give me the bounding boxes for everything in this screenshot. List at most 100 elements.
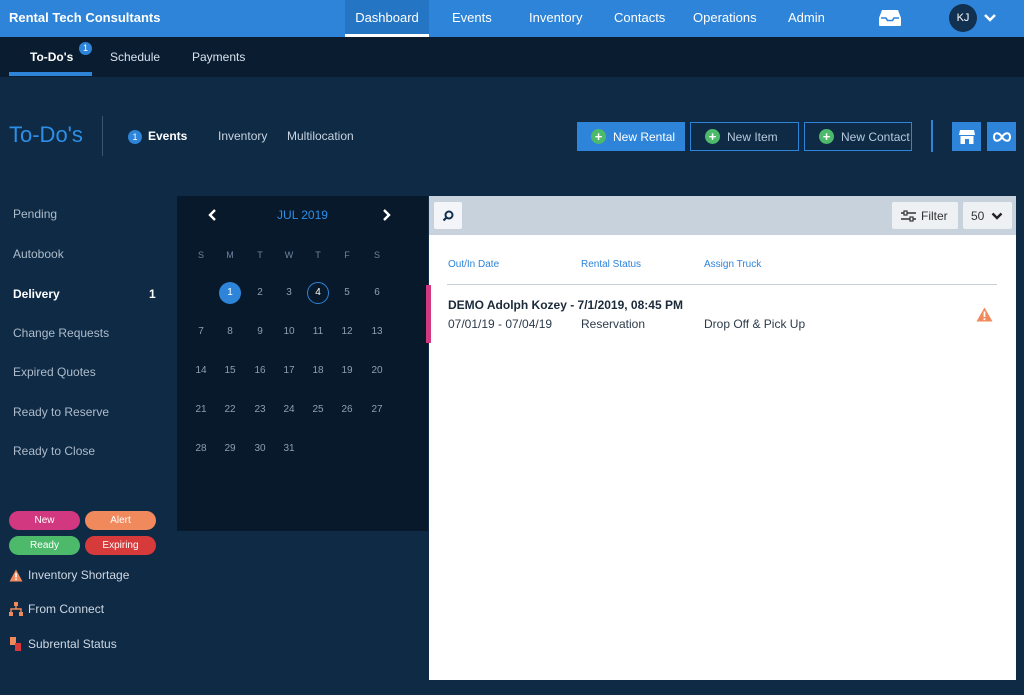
calendar-day[interactable]: 13	[366, 321, 388, 343]
nav-dashboard[interactable]: Dashboard	[345, 0, 429, 37]
sidebar-item-ready-to-close[interactable]: Ready to Close	[13, 444, 95, 458]
todos-badge: 1	[79, 42, 92, 55]
row-status-accent	[426, 285, 431, 343]
calendar-day[interactable]: 4	[307, 282, 329, 304]
status-pill-alert: Alert	[85, 511, 156, 530]
calendar-day[interactable]: 14	[190, 360, 212, 382]
calendar-weekday: T	[315, 250, 321, 260]
calendar-day[interactable]: 29	[219, 438, 241, 460]
tab-inventory[interactable]: Inventory	[218, 129, 267, 143]
status-pill-expiring: Expiring	[85, 536, 156, 555]
new-rental-button[interactable]: + New Rental	[577, 122, 685, 151]
calendar-day[interactable]: 8	[219, 321, 241, 343]
sidebar-item-autobook[interactable]: Autobook	[13, 247, 64, 261]
storefront-icon	[958, 129, 975, 144]
heading-divider	[102, 116, 103, 156]
row-event-title[interactable]: DEMO Adolph Kozey - 7/1/2019, 08:45 PM	[448, 298, 683, 312]
calendar-day[interactable]: 10	[278, 321, 300, 343]
calendar-weekday: F	[344, 250, 350, 260]
calendar-day[interactable]: 31	[278, 438, 300, 460]
plus-icon: +	[705, 129, 720, 144]
calendar-day[interactable]: 23	[249, 399, 271, 421]
filter-button[interactable]: Filter	[892, 202, 958, 229]
calendar-weekday: W	[284, 250, 294, 260]
legend-label: Inventory Shortage	[28, 568, 130, 582]
calendar-day[interactable]: 15	[219, 360, 241, 382]
calendar-day[interactable]: 17	[278, 360, 300, 382]
calendar-day[interactable]: 7	[190, 321, 212, 343]
column-header-status[interactable]: Rental Status	[581, 259, 641, 270]
plus-icon: +	[819, 129, 834, 144]
subtab-payments[interactable]: Payments	[192, 50, 245, 64]
calendar-day[interactable]: 18	[307, 360, 329, 382]
calendar-day[interactable]: 20	[366, 360, 388, 382]
column-header-date[interactable]: Out/In Date	[448, 259, 499, 270]
brand-name[interactable]: Rental Tech Consultants	[9, 10, 160, 25]
calendar-day[interactable]: 9	[249, 321, 271, 343]
nav-inventory[interactable]: Inventory	[529, 0, 582, 37]
storefront-button[interactable]	[952, 122, 981, 151]
sidebar-item-expired-quotes[interactable]: Expired Quotes	[13, 365, 96, 379]
nav-operations[interactable]: Operations	[693, 0, 757, 37]
legend-subrental-status: Subrental Status	[9, 637, 117, 651]
calendar-day[interactable]: 28	[190, 438, 212, 460]
filter-label: Filter	[921, 208, 948, 223]
sliders-icon	[901, 209, 916, 222]
events-badge: 1	[128, 130, 142, 144]
calendar-day[interactable]: 30	[249, 438, 271, 460]
tab-multilocation[interactable]: Multilocation	[287, 129, 354, 143]
network-icon	[9, 602, 23, 616]
calendar-day[interactable]: 22	[219, 399, 241, 421]
subtab-todos[interactable]: To-Do's	[30, 50, 73, 64]
legend-label: From Connect	[28, 602, 105, 616]
calendar-day[interactable]: 2	[249, 282, 271, 304]
legend-label: Subrental Status	[28, 637, 117, 651]
calendar-day[interactable]: 25	[307, 399, 329, 421]
calendar-day[interactable]: 26	[336, 399, 358, 421]
chevron-down-icon	[992, 212, 1003, 220]
user-avatar[interactable]: KJ	[949, 4, 977, 32]
calendar-weekday: S	[197, 250, 204, 260]
row-assign-truck[interactable]: Drop Off & Pick Up	[704, 317, 805, 331]
calendar-day[interactable]: 19	[336, 360, 358, 382]
sidebar-item-change-requests[interactable]: Change Requests	[13, 326, 109, 340]
per-page-select[interactable]: 50	[963, 202, 1012, 229]
chevron-right-icon[interactable]	[379, 208, 393, 222]
calendar-day[interactable]: 24	[278, 399, 300, 421]
calendar-day[interactable]: 5	[336, 282, 358, 304]
search-button[interactable]	[434, 202, 462, 229]
calendar-day[interactable]: 11	[307, 321, 329, 343]
inbox-icon[interactable]	[878, 9, 902, 27]
calendar-day[interactable]: 3	[278, 282, 300, 304]
sidebar-item-delivery[interactable]: Delivery	[13, 287, 60, 301]
chevron-down-icon[interactable]	[983, 11, 997, 25]
subrental-icon	[10, 637, 21, 651]
calendar-day[interactable]: 6	[366, 282, 388, 304]
calendar-weekday: M	[226, 250, 234, 260]
status-pill-ready: Ready	[9, 536, 80, 555]
active-subtab-indicator	[9, 72, 92, 76]
new-rental-label: New Rental	[613, 129, 676, 144]
column-header-truck[interactable]: Assign Truck	[704, 259, 761, 270]
new-item-label: New Item	[727, 129, 778, 144]
sidebar-item-ready-to-reserve[interactable]: Ready to Reserve	[13, 405, 109, 419]
new-item-button[interactable]: + New Item	[690, 122, 799, 151]
calendar-day[interactable]: 16	[249, 360, 271, 382]
calendar-day[interactable]: 21	[190, 399, 212, 421]
nav-admin[interactable]: Admin	[788, 0, 825, 37]
new-contact-button[interactable]: + New Contact	[804, 122, 912, 151]
row-rental-status: Reservation	[581, 317, 646, 331]
calendar-day[interactable]: 12	[336, 321, 358, 343]
mini-calendar: JUL 2019 S M T W T F S 1 2 3 4 5 6 7 8 9 10 11 12 13 14 15 16 1…	[177, 196, 428, 531]
tab-events[interactable]: Events	[148, 129, 187, 143]
calendar-day[interactable]: 27	[366, 399, 388, 421]
subtab-todos-label: To-Do's	[30, 50, 74, 64]
panel-toolbar: Filter 50	[429, 196, 1016, 235]
calendar-weekday: S	[373, 250, 380, 260]
link-button[interactable]	[987, 122, 1016, 151]
calendar-day[interactable]: 1	[219, 282, 241, 304]
sidebar-item-pending[interactable]: Pending	[13, 207, 57, 221]
subtab-schedule[interactable]: Schedule	[110, 50, 160, 64]
nav-contacts[interactable]: Contacts	[614, 0, 665, 37]
nav-events[interactable]: Events	[452, 0, 492, 37]
